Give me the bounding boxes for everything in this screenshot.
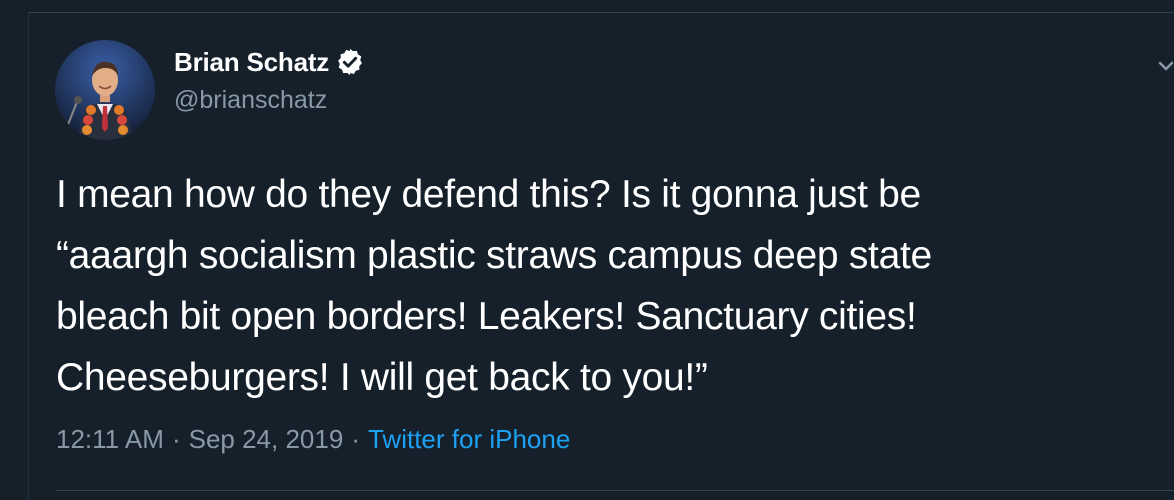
meta-separator: · <box>171 424 181 454</box>
author-name-row: Brian Schatz <box>174 44 365 80</box>
avatar-photo <box>55 40 155 140</box>
tweet-text-line: I mean how do they defend this? Is it go… <box>56 173 921 216</box>
tweet-text: I mean how do they defend this? Is it go… <box>56 164 1156 408</box>
tweet-metadata: 12:11 AM · Sep 24, 2019 · Twitter for iP… <box>56 424 570 455</box>
chevron-down-icon[interactable] <box>1157 58 1174 76</box>
avatar[interactable] <box>55 40 155 140</box>
tweet-card: Brian Schatz @brianschatz I mean how do … <box>0 0 1174 500</box>
verified-badge-icon <box>335 47 365 77</box>
tweet-date[interactable]: Sep 24, 2019 <box>189 424 344 455</box>
left-divider <box>28 12 29 500</box>
tweet-source-link[interactable]: Twitter for iPhone <box>368 424 570 455</box>
meta-separator: · <box>351 424 360 454</box>
tweet-text-line: Cheeseburgers! I will get back to you!” <box>56 356 708 399</box>
tweet-text-line: “aaargh socialism plastic straws campus … <box>56 234 932 277</box>
tweet-text-line: bleach bit open borders! Leakers! Sanctu… <box>56 295 917 338</box>
author-handle[interactable]: @brianschatz <box>174 86 327 115</box>
tweet-time[interactable]: 12:11 AM <box>56 424 164 455</box>
bottom-divider <box>56 490 1174 491</box>
top-divider <box>28 12 1174 13</box>
display-name[interactable]: Brian Schatz <box>174 47 329 78</box>
